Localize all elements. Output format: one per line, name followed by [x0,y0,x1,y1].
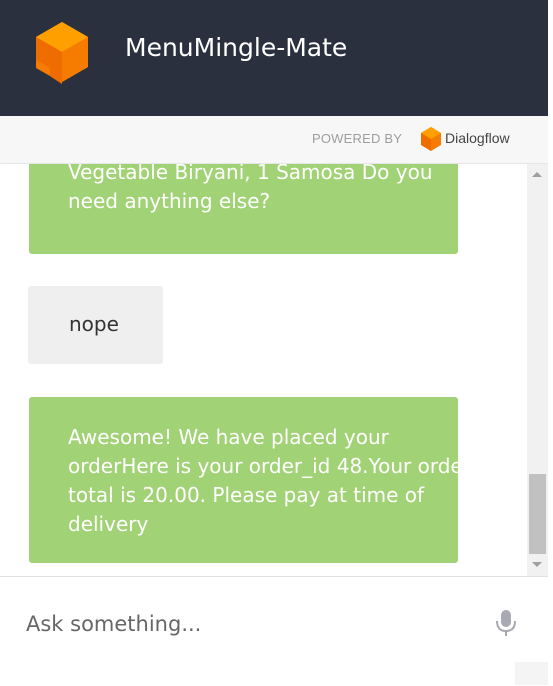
dialogflow-icon [421,127,441,151]
dialogflow-logo-icon [36,22,88,84]
microphone-icon[interactable] [495,609,517,637]
input-bar [0,576,548,686]
dialogflow-brand[interactable]: Dialogflow [445,130,510,146]
powered-by-label: POWERED BY [312,131,403,146]
user-message: nope [28,286,163,364]
chat-scrollbar[interactable] [527,164,548,576]
bot-message: So far you have: 1 Masala Dosa, 1 Vegeta… [29,164,458,254]
bot-message-text: Awesome! We have placed your orderHere i… [68,425,471,536]
chat-header: MenuMingle-Mate [0,0,548,116]
powered-by-bar: POWERED BY Dialogflow [0,116,548,164]
message-input[interactable] [26,607,466,641]
chat-messages[interactable]: So far you have: 1 Masala Dosa, 1 Vegeta… [0,164,527,576]
scroll-down-icon[interactable] [532,562,542,567]
scroll-up-icon[interactable] [532,172,542,177]
scrollbar-thumb[interactable] [529,474,546,554]
window-edge [548,0,553,685]
bot-title: MenuMingle-Mate [125,33,348,62]
bot-message: Awesome! We have placed your orderHere i… [29,397,471,563]
bot-message-text: So far you have: 1 Masala Dosa, 1 Vegeta… [68,164,433,213]
user-message-text: nope [69,312,119,336]
